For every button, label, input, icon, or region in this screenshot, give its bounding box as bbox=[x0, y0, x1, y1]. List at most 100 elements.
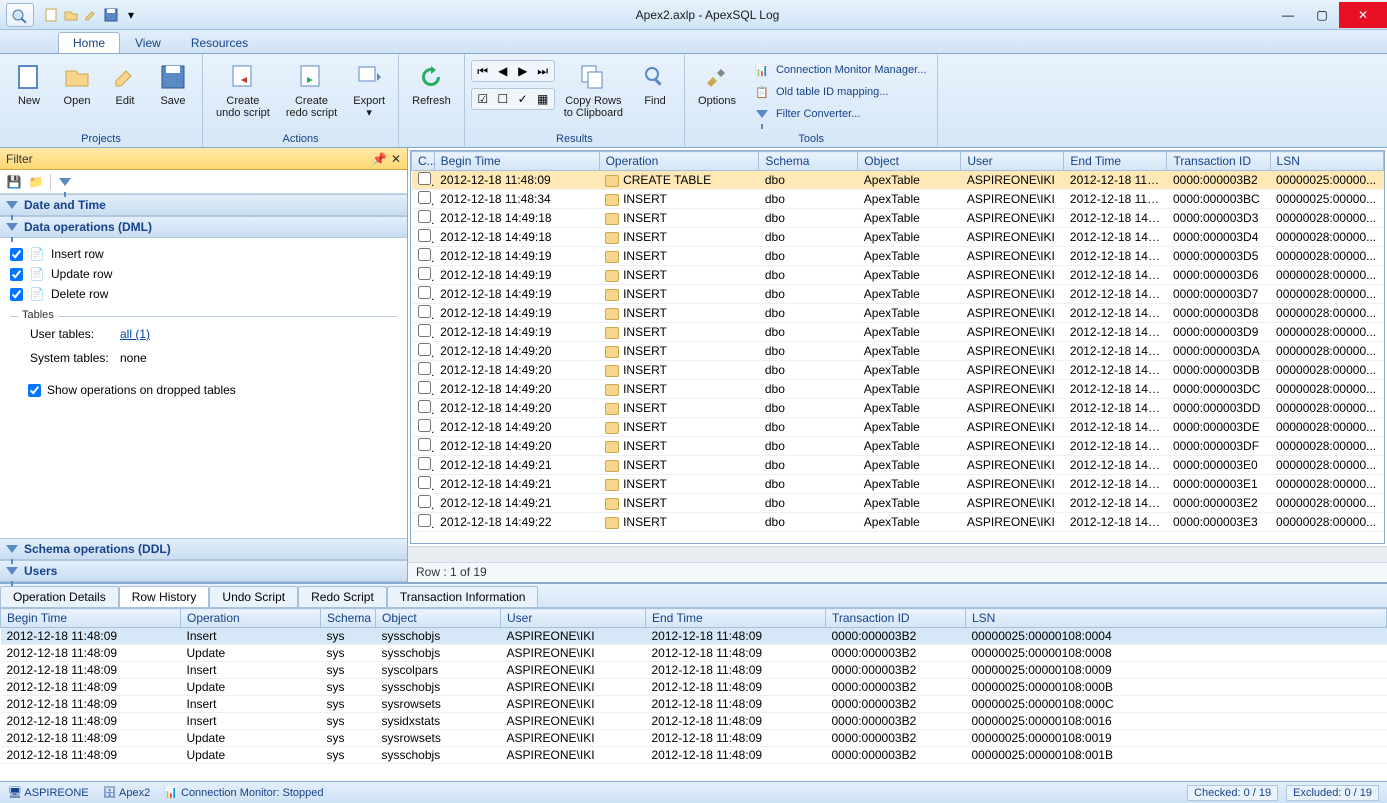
qa-edit-icon[interactable] bbox=[82, 6, 100, 24]
filter-section-ddl[interactable]: Schema operations (DDL) bbox=[0, 538, 407, 560]
table-row[interactable]: 2012-12-18 11:48:34INSERTdboApexTableASP… bbox=[412, 190, 1384, 209]
row-checkbox[interactable] bbox=[418, 286, 431, 299]
nav-next-icon[interactable]: ▶ bbox=[514, 63, 532, 79]
create-undo-script-button[interactable]: Create undo script bbox=[209, 58, 277, 122]
table-row[interactable]: 2012-12-18 14:49:20INSERTdboApexTableASP… bbox=[412, 380, 1384, 399]
edit-button[interactable]: Edit bbox=[102, 58, 148, 110]
qa-save-icon[interactable] bbox=[102, 6, 120, 24]
row-checkbox[interactable] bbox=[418, 514, 431, 527]
details-tab[interactable]: Row History bbox=[119, 586, 210, 607]
check-sel-icon[interactable]: ✓ bbox=[514, 91, 532, 107]
details-row[interactable]: 2012-12-18 11:48:09InsertsyssysschobjsAS… bbox=[1, 628, 1387, 645]
tab-resources[interactable]: Resources bbox=[176, 32, 263, 53]
create-redo-script-button[interactable]: Create redo script bbox=[279, 58, 344, 122]
uncheck-all-icon[interactable]: ☐ bbox=[494, 91, 512, 107]
nav-prev-icon[interactable]: ◀ bbox=[494, 63, 512, 79]
old-table-id-mapping-link[interactable]: 📋Old table ID mapping... bbox=[749, 82, 931, 102]
grid-column-header[interactable]: Operation bbox=[599, 152, 759, 171]
show-dropped-checkbox[interactable] bbox=[28, 384, 41, 397]
qa-dropdown-icon[interactable]: ▾ bbox=[122, 6, 140, 24]
app-icon[interactable] bbox=[6, 3, 34, 27]
save-filter-icon[interactable]: 💾 bbox=[6, 174, 22, 190]
row-checkbox[interactable] bbox=[418, 400, 431, 413]
clear-filter-icon[interactable] bbox=[57, 174, 73, 190]
table-row[interactable]: 2012-12-18 14:49:19INSERTdboApexTableASP… bbox=[412, 285, 1384, 304]
details-column-header[interactable]: Operation bbox=[181, 609, 321, 628]
nav-last-icon[interactable]: ⏭ bbox=[534, 63, 552, 79]
details-tab[interactable]: Transaction Information bbox=[387, 586, 539, 607]
filter-section-date[interactable]: Date and Time bbox=[0, 194, 407, 216]
details-row[interactable]: 2012-12-18 11:48:09InsertsyssyscolparsAS… bbox=[1, 662, 1387, 679]
row-checkbox[interactable] bbox=[418, 248, 431, 261]
grid-column-header[interactable]: Transaction ID bbox=[1167, 152, 1270, 171]
copy-rows-button[interactable]: Copy Rows to Clipboard bbox=[557, 58, 630, 122]
nav-first-icon[interactable]: ⏮ bbox=[474, 63, 492, 79]
table-row[interactable]: 2012-12-18 14:49:20INSERTdboApexTableASP… bbox=[412, 361, 1384, 380]
dml-checkbox[interactable] bbox=[10, 248, 23, 261]
new-button[interactable]: New bbox=[6, 58, 52, 110]
details-row[interactable]: 2012-12-18 11:48:09UpdatesyssysschobjsAS… bbox=[1, 645, 1387, 662]
row-checkbox[interactable] bbox=[418, 305, 431, 318]
details-column-header[interactable]: Transaction ID bbox=[826, 609, 966, 628]
details-column-header[interactable]: Begin Time bbox=[1, 609, 181, 628]
filter-converter-link[interactable]: Filter Converter... bbox=[749, 104, 931, 124]
grid-column-header[interactable]: LSN bbox=[1270, 152, 1383, 171]
row-checkbox[interactable] bbox=[418, 210, 431, 223]
table-row[interactable]: 2012-12-18 14:49:19INSERTdboApexTableASP… bbox=[412, 323, 1384, 342]
table-row[interactable]: 2012-12-18 14:49:19INSERTdboApexTableASP… bbox=[412, 304, 1384, 323]
maximize-button[interactable]: ▢ bbox=[1305, 2, 1339, 28]
pin-icon[interactable]: 📌 bbox=[372, 152, 387, 166]
details-row[interactable]: 2012-12-18 11:48:09UpdatesyssysschobjsAS… bbox=[1, 747, 1387, 764]
details-row[interactable]: 2012-12-18 11:48:09UpdatesyssysrowsetsAS… bbox=[1, 730, 1387, 747]
grid-column-header[interactable]: C... bbox=[412, 152, 435, 171]
save-button[interactable]: Save bbox=[150, 58, 196, 110]
row-checkbox[interactable] bbox=[418, 324, 431, 337]
table-row[interactable]: 2012-12-18 14:49:22INSERTdboApexTableASP… bbox=[412, 513, 1384, 532]
row-checkbox[interactable] bbox=[418, 419, 431, 432]
tab-view[interactable]: View bbox=[120, 32, 176, 53]
row-checkbox[interactable] bbox=[418, 362, 431, 375]
grid-column-header[interactable]: Object bbox=[858, 152, 961, 171]
export-button[interactable]: Export▾ bbox=[346, 58, 392, 122]
qa-new-icon[interactable] bbox=[42, 6, 60, 24]
details-column-header[interactable]: End Time bbox=[646, 609, 826, 628]
details-row[interactable]: 2012-12-18 11:48:09InsertsyssysidxstatsA… bbox=[1, 713, 1387, 730]
table-row[interactable]: 2012-12-18 14:49:19INSERTdboApexTableASP… bbox=[412, 247, 1384, 266]
details-column-header[interactable]: Object bbox=[376, 609, 501, 628]
table-row[interactable]: 2012-12-18 14:49:20INSERTdboApexTableASP… bbox=[412, 342, 1384, 361]
table-row[interactable]: 2012-12-18 14:49:18INSERTdboApexTableASP… bbox=[412, 209, 1384, 228]
horizontal-scrollbar[interactable] bbox=[408, 546, 1387, 562]
table-row[interactable]: 2012-12-18 14:49:18INSERTdboApexTableASP… bbox=[412, 228, 1384, 247]
row-checkbox[interactable] bbox=[418, 438, 431, 451]
grid-column-header[interactable]: End Time bbox=[1064, 152, 1167, 171]
dml-checkbox[interactable] bbox=[10, 268, 23, 281]
refresh-button[interactable]: Refresh bbox=[405, 58, 458, 110]
filter-section-users[interactable]: Users bbox=[0, 560, 407, 582]
connection-monitor-manager-link[interactable]: 📊Connection Monitor Manager... bbox=[749, 60, 931, 80]
close-panel-icon[interactable]: ✕ bbox=[391, 152, 401, 166]
details-tab[interactable]: Operation Details bbox=[0, 586, 119, 607]
check-all-icon[interactable]: ☑ bbox=[474, 91, 492, 107]
close-button[interactable]: ✕ bbox=[1339, 2, 1387, 28]
grid-column-header[interactable]: User bbox=[961, 152, 1064, 171]
qa-open-icon[interactable] bbox=[62, 6, 80, 24]
row-checkbox[interactable] bbox=[418, 229, 431, 242]
table-row[interactable]: 2012-12-18 14:49:20INSERTdboApexTableASP… bbox=[412, 437, 1384, 456]
find-button[interactable]: Find bbox=[632, 58, 678, 110]
filter-section-dml[interactable]: Data operations (DML) bbox=[0, 216, 407, 238]
dml-checkbox[interactable] bbox=[10, 288, 23, 301]
row-checkbox[interactable] bbox=[418, 267, 431, 280]
details-column-header[interactable]: LSN bbox=[966, 609, 1387, 628]
grid-opts-icon[interactable]: ▦ bbox=[534, 91, 552, 107]
table-row[interactable]: 2012-12-18 11:48:09CREATE TABLEdboApexTa… bbox=[412, 171, 1384, 190]
table-row[interactable]: 2012-12-18 14:49:21INSERTdboApexTableASP… bbox=[412, 475, 1384, 494]
details-column-header[interactable]: User bbox=[501, 609, 646, 628]
table-row[interactable]: 2012-12-18 14:49:19INSERTdboApexTableASP… bbox=[412, 266, 1384, 285]
row-checkbox[interactable] bbox=[418, 457, 431, 470]
table-row[interactable]: 2012-12-18 14:49:21INSERTdboApexTableASP… bbox=[412, 494, 1384, 513]
tab-home[interactable]: Home bbox=[58, 32, 120, 53]
details-tab[interactable]: Undo Script bbox=[209, 586, 298, 607]
row-checkbox[interactable] bbox=[418, 172, 431, 185]
user-tables-link[interactable]: all (1) bbox=[120, 327, 150, 341]
open-button[interactable]: Open bbox=[54, 58, 100, 110]
